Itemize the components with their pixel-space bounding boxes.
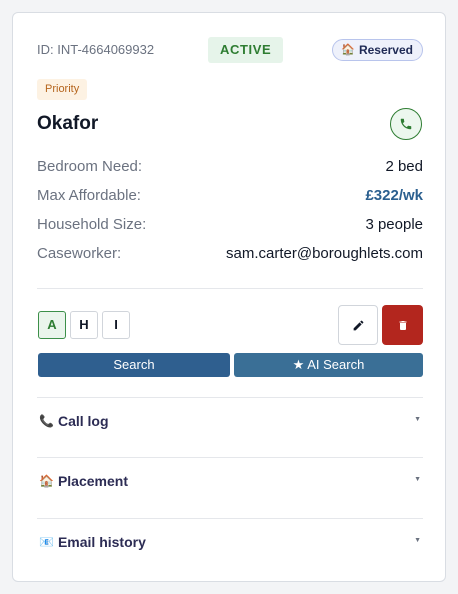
section-label: Email history xyxy=(57,534,146,550)
search-button[interactable]: Search xyxy=(38,353,230,377)
call-button[interactable] xyxy=(390,108,422,140)
status-badge: ACTIVE xyxy=(208,37,284,63)
section-title: 📞 Call log xyxy=(39,413,109,429)
detail-bedroom-need: Bedroom Need: 2 bed xyxy=(37,158,423,178)
section-call-log[interactable]: 📞 Call log ▼ xyxy=(37,411,423,433)
chevron-down-icon[interactable]: ▼ xyxy=(414,476,421,483)
email-icon: 📧 xyxy=(39,535,54,549)
detail-value: 3 people xyxy=(365,216,423,233)
detail-value: £322/wk xyxy=(365,187,423,204)
ai-search-button[interactable]: ★ AI Search xyxy=(234,353,423,377)
pencil-icon xyxy=(353,320,363,330)
divider xyxy=(37,397,423,398)
section-label: Placement xyxy=(57,473,128,489)
letter-button-i[interactable]: I xyxy=(102,311,130,339)
section-title: 📧 Email history xyxy=(39,534,146,550)
section-placement[interactable]: 🏠 Placement ▼ xyxy=(37,471,423,493)
detail-label: Bedroom Need: xyxy=(37,158,143,175)
delete-button[interactable] xyxy=(382,305,423,345)
detail-caseworker: Caseworker: sam.carter@boroughlets.com xyxy=(37,245,423,265)
trash-icon xyxy=(399,320,406,330)
reserved-badge: 🏠 Reserved xyxy=(332,39,423,61)
section-email-history[interactable]: 📧 Email history ▼ xyxy=(37,532,423,554)
letter-button-a[interactable]: A xyxy=(38,311,66,339)
applicant-name: Okafor xyxy=(37,113,99,134)
detail-label: Caseworker: xyxy=(37,245,122,262)
case-card: ID: INT-4664069932 ACTIVE 🏠 Reserved Pri… xyxy=(12,12,446,582)
detail-value: sam.carter@boroughlets.com xyxy=(226,245,423,262)
detail-max-affordable: Max Affordable: £322/wk xyxy=(37,187,423,207)
phone-icon: 📞 xyxy=(39,414,54,428)
divider xyxy=(37,288,423,289)
case-id: ID: INT-4664069932 xyxy=(37,42,155,57)
chevron-down-icon[interactable]: ▼ xyxy=(414,537,421,544)
priority-tag: Priority xyxy=(37,79,88,100)
ai-search-label: AI Search xyxy=(307,357,365,372)
edit-button[interactable] xyxy=(338,305,378,345)
star-icon: ★ xyxy=(292,357,305,372)
detail-value: 2 bed xyxy=(385,158,423,175)
section-label: Call log xyxy=(57,413,109,429)
detail-label: Max Affordable: xyxy=(37,187,141,204)
divider xyxy=(37,457,423,458)
divider xyxy=(37,518,423,519)
section-title: 🏠 Placement xyxy=(39,473,128,489)
house-icon: 🏠 xyxy=(341,44,355,56)
card-header: ID: INT-4664069932 ACTIVE 🏠 Reserved xyxy=(37,37,423,63)
chevron-down-icon[interactable]: ▼ xyxy=(414,416,421,423)
letter-button-h[interactable]: H xyxy=(70,311,98,339)
phone-icon xyxy=(400,118,412,130)
detail-label: Household Size: xyxy=(37,216,147,233)
detail-household-size: Household Size: 3 people xyxy=(37,216,423,236)
house-icon: 🏠 xyxy=(39,474,54,488)
reserved-label: Reserved xyxy=(358,43,413,57)
